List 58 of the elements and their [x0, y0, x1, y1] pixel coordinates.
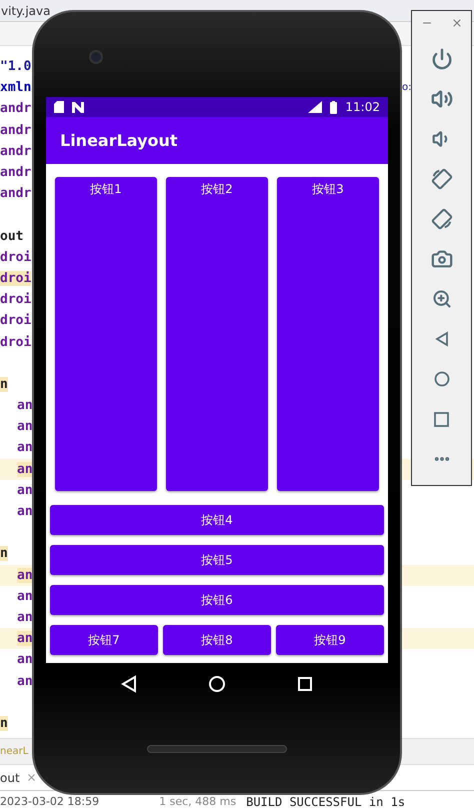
app-button[interactable]: 按钮5	[50, 545, 384, 575]
code-text: an	[17, 398, 33, 414]
app-button[interactable]: 按钮3	[277, 177, 379, 491]
code-text: an	[17, 588, 33, 604]
rotate-right-icon[interactable]	[430, 208, 452, 230]
code-text: an	[17, 419, 33, 434]
panel-tab[interactable]: out	[0, 770, 20, 784]
code-text: n	[0, 376, 8, 392]
status-time: 11:02	[345, 100, 380, 114]
volume-up-icon[interactable]	[430, 88, 452, 110]
signal-icon	[308, 101, 322, 113]
rotate-left-icon[interactable]	[430, 168, 452, 190]
app-button[interactable]: 按钮1	[55, 177, 157, 491]
app-title: LinearLayout	[60, 131, 178, 150]
build-duration: 1 sec, 488 ms	[159, 795, 236, 808]
code-text: droi	[0, 313, 32, 328]
code-text: an	[17, 440, 33, 456]
code-text: droi	[0, 250, 32, 265]
code-text: an	[17, 652, 33, 668]
code-text: andr	[0, 101, 32, 116]
build-message: BUILD SUCCESSFUL in 1s	[246, 794, 406, 808]
sd-card-icon	[54, 101, 64, 113]
code-text: out	[0, 228, 24, 244]
camera-icon	[89, 50, 103, 64]
code-text: an	[17, 674, 33, 689]
code-text: droi	[0, 270, 32, 286]
app-button[interactable]: 按钮2	[166, 177, 268, 491]
code-text: droi	[0, 334, 32, 350]
code-text: n	[0, 716, 8, 731]
code-text: andr	[0, 122, 32, 138]
camera-icon[interactable]	[430, 248, 452, 270]
code-text: an	[17, 568, 33, 583]
app-button[interactable]: 按钮7	[50, 625, 158, 655]
notification-icon	[72, 102, 84, 112]
app-button[interactable]: 按钮6	[50, 585, 384, 615]
battery-icon	[330, 100, 338, 114]
code-text: n	[0, 546, 8, 562]
code-text: andr	[0, 165, 32, 180]
code-text: andr	[0, 186, 32, 202]
code-text: droi	[0, 292, 32, 308]
close-icon[interactable]	[450, 17, 462, 29]
app-button[interactable]: 按钮8	[163, 625, 271, 655]
app-button[interactable]: 按钮4	[50, 505, 384, 535]
app-button[interactable]: 按钮9	[276, 625, 384, 655]
code-text: an	[17, 462, 33, 477]
code-text: "1.0	[0, 59, 32, 74]
build-time: 2023-03-02 18:59	[0, 795, 100, 808]
code-text: an	[17, 610, 33, 625]
power-icon[interactable]	[430, 48, 452, 70]
code-text: andr	[0, 144, 32, 159]
code-text: an	[17, 504, 33, 520]
zoom-in-icon[interactable]	[432, 289, 452, 309]
code-text: an	[17, 631, 33, 646]
code-text: o:	[402, 82, 412, 93]
code-text: an	[17, 482, 33, 498]
editor-tab[interactable]: vity.java	[1, 4, 50, 18]
close-icon[interactable]	[26, 772, 37, 783]
code-text: xmln	[0, 80, 32, 96]
